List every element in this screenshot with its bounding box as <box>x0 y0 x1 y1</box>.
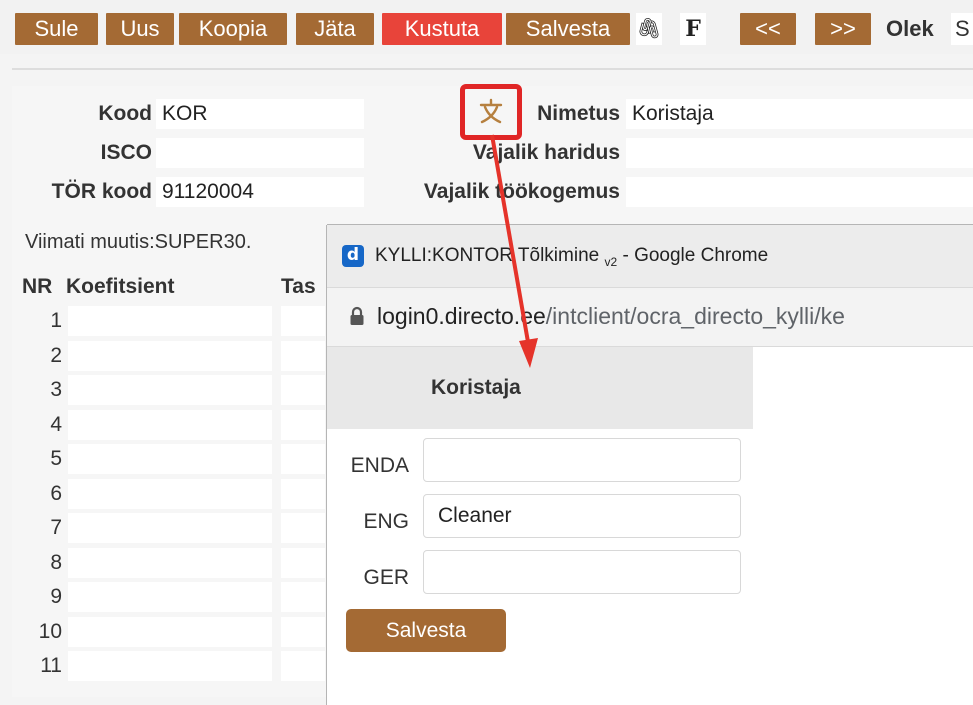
coefficient-cell[interactable] <box>68 582 272 612</box>
code-field[interactable]: KOR <box>156 99 364 129</box>
row-number: 10 <box>38 619 62 643</box>
coefficient-cell[interactable] <box>68 444 272 474</box>
translate-button[interactable] <box>460 84 522 140</box>
popup-url[interactable]: login0.directo.ee/intclient/ocra_directo… <box>377 300 845 332</box>
tor-code-field[interactable]: 91120004 <box>156 177 364 207</box>
coefficient-cell[interactable] <box>68 340 272 371</box>
tas-cell[interactable] <box>281 409 325 440</box>
tas-cell[interactable] <box>281 375 325 405</box>
required-education-field[interactable] <box>626 138 973 168</box>
tas-cell[interactable] <box>281 547 325 578</box>
isco-field[interactable] <box>156 138 364 168</box>
row-number: 2 <box>50 343 62 367</box>
row-number: 7 <box>50 516 62 539</box>
coefficient-cell[interactable] <box>68 616 272 647</box>
code-label: Kood <box>98 102 152 125</box>
tas-cell[interactable] <box>281 478 325 509</box>
tas-cell[interactable] <box>281 444 325 474</box>
lang-label-ger: GER <box>363 566 409 589</box>
lock-icon <box>350 306 364 325</box>
required-experience-field[interactable] <box>626 177 973 207</box>
directo-logo-icon: d <box>342 245 364 267</box>
save-button[interactable]: Salvesta <box>506 13 630 45</box>
coefficient-cell[interactable] <box>68 409 272 440</box>
col-header-tas: Tas <box>281 275 316 298</box>
next-button[interactable]: >> <box>815 13 871 45</box>
coefficient-cell[interactable] <box>68 547 272 578</box>
row-number: 8 <box>50 550 62 574</box>
new-button[interactable]: Uus <box>106 13 174 45</box>
tas-cell[interactable] <box>281 513 325 543</box>
required-experience-label: Vajalik töökogemus <box>423 180 620 203</box>
isco-label: ISCO <box>100 141 152 164</box>
status-field[interactable]: S <box>951 13 973 45</box>
row-number: 6 <box>50 481 62 505</box>
tas-cell[interactable] <box>281 651 325 681</box>
eng-translation-input[interactable]: Cleaner <box>423 494 741 538</box>
name-field[interactable]: Koristaja <box>626 99 973 129</box>
f-icon[interactable]: F <box>680 13 706 45</box>
required-education-label: Vajalik haridus <box>472 141 620 164</box>
discard-button[interactable]: Jäta <box>296 13 374 45</box>
translate-icon <box>479 98 503 124</box>
coefficient-cell[interactable] <box>68 513 272 543</box>
coefficient-cell[interactable] <box>68 375 272 405</box>
ger-translation-input[interactable] <box>423 550 741 594</box>
popup-header: Koristaja <box>327 347 753 429</box>
popup-heading: Koristaja <box>431 376 521 399</box>
coefficient-cell[interactable] <box>68 306 272 336</box>
row-number: 1 <box>50 309 62 332</box>
translation-popup: d KYLLI:KONTOR Tõlkimine v2 - Google Chr… <box>327 225 973 705</box>
lang-label-eng: ENG <box>363 510 409 533</box>
delete-button[interactable]: Kustuta <box>382 13 502 45</box>
copy-button[interactable]: Koopia <box>179 13 287 45</box>
popup-window-title: KYLLI:KONTOR Tõlkimine v2 - Google Chrom… <box>375 245 769 269</box>
col-header-nr: NR <box>22 275 53 298</box>
row-number: 5 <box>50 447 62 470</box>
divider <box>12 68 973 70</box>
status-label: Olek <box>886 16 934 41</box>
tas-cell[interactable] <box>281 340 325 371</box>
row-number: 4 <box>50 412 62 436</box>
popup-save-button[interactable]: Salvesta <box>346 609 506 652</box>
row-number: 3 <box>50 378 62 401</box>
attachment-icon[interactable]: 🖇 <box>636 13 662 45</box>
tas-cell[interactable] <box>281 616 325 647</box>
popup-address-bar: login0.directo.ee/intclient/ocra_directo… <box>327 287 973 347</box>
previous-button[interactable]: << <box>740 13 796 45</box>
last-modified: Viimati muutis:SUPER30. <box>25 231 252 253</box>
coefficient-cell[interactable] <box>68 478 272 509</box>
popup-title-bar: d KYLLI:KONTOR Tõlkimine v2 - Google Chr… <box>327 225 973 287</box>
coefficient-cell[interactable] <box>68 651 272 681</box>
lang-label-enda: ENDA <box>350 454 409 477</box>
tas-cell[interactable] <box>281 582 325 612</box>
tor-code-label: TÖR kood <box>51 180 152 203</box>
enda-translation-input[interactable] <box>423 438 741 482</box>
row-number: 11 <box>40 654 62 677</box>
toolbar: Sule Uus Koopia Jäta Kustuta Salvesta 🖇 … <box>0 0 973 54</box>
close-button[interactable]: Sule <box>15 13 98 45</box>
row-number: 9 <box>50 585 62 608</box>
tas-cell[interactable] <box>281 306 325 336</box>
col-header-coefficient: Koefitsient <box>66 275 175 298</box>
